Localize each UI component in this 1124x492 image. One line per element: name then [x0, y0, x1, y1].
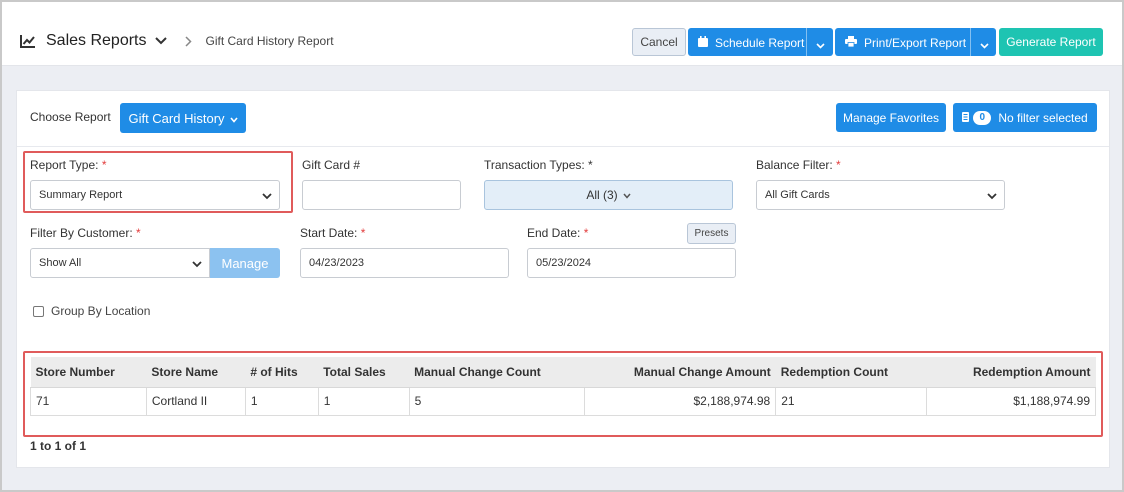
filter-count-badge: 0 — [973, 110, 992, 125]
print-export-label: Print/Export Report — [864, 36, 967, 50]
group-by-location-checkbox[interactable] — [33, 305, 44, 317]
title-area: Sales Reports Gift Card History Report — [20, 32, 334, 50]
filter-summary-label: No filter selected — [998, 110, 1088, 125]
report-select-button[interactable]: Gift Card History — [120, 103, 246, 133]
transaction-types-value: All (3) — [586, 188, 618, 202]
calendar-icon — [698, 36, 708, 50]
chevron-down-icon — [229, 111, 238, 126]
generate-report-button[interactable]: Generate Report — [999, 28, 1103, 56]
chevron-down-icon[interactable] — [980, 38, 989, 52]
group-by-location-label: Group By Location — [51, 304, 151, 318]
manage-customers-button[interactable]: Manage — [210, 248, 280, 278]
manage-favorites-button[interactable]: Manage Favorites — [836, 103, 946, 132]
balance-filter-label: Balance Filter: * — [756, 158, 841, 172]
transaction-types-select[interactable]: All (3) — [484, 180, 733, 210]
customer-filter-value: Show All — [39, 257, 82, 269]
balance-filter-select[interactable]: All Gift Cards — [756, 180, 1005, 210]
table-highlight — [23, 351, 1103, 437]
cancel-button[interactable]: Cancel — [632, 28, 686, 56]
date-presets-button[interactable]: Presets — [687, 223, 736, 244]
report-select-label: Gift Card History — [128, 110, 225, 126]
filter-summary-button[interactable]: 0 No filter selected — [953, 103, 1097, 132]
report-card: Choose Report Gift Card History Manage F… — [16, 90, 1110, 468]
chevron-right-icon — [184, 35, 192, 47]
start-date-label: Start Date: * — [300, 226, 366, 240]
filter-icon — [962, 111, 970, 125]
gift-card-input[interactable] — [302, 180, 461, 210]
breadcrumb: Gift Card History Report — [205, 34, 334, 48]
gift-card-label: Gift Card # — [302, 158, 361, 172]
report-toolbar: Choose Report Gift Card History Manage F… — [17, 91, 1109, 147]
chevron-down-icon[interactable] — [816, 38, 825, 52]
line-chart-icon — [20, 34, 36, 48]
print-export-button[interactable]: Print/Export Report — [835, 28, 996, 56]
top-bar: Sales Reports Gift Card History Report C… — [2, 2, 1122, 66]
pagination-label: 1 to 1 of 1 — [30, 439, 87, 453]
customer-filter-label: Filter By Customer: * — [30, 226, 141, 240]
balance-filter-value: All Gift Cards — [765, 189, 830, 201]
schedule-report-label: Schedule Report — [715, 36, 805, 50]
end-date-input[interactable]: 05/23/2024 — [527, 248, 736, 278]
customer-filter-select[interactable]: Show All — [30, 248, 210, 278]
end-date-label: End Date: * — [527, 226, 589, 240]
choose-report-label: Choose Report — [30, 110, 111, 124]
chevron-down-icon[interactable] — [154, 37, 167, 45]
report-type-highlight — [23, 151, 293, 213]
printer-icon — [845, 36, 857, 50]
transaction-types-label: Transaction Types: * — [484, 158, 593, 172]
chevron-down-icon — [192, 259, 202, 271]
split-divider — [970, 28, 971, 56]
group-by-location-option[interactable]: Group By Location — [33, 304, 150, 318]
start-date-input[interactable]: 04/23/2023 — [300, 248, 509, 278]
split-divider — [806, 28, 807, 56]
page-title: Sales Reports — [46, 32, 147, 49]
chevron-down-icon — [987, 191, 997, 203]
chevron-down-icon — [623, 188, 631, 202]
app-frame: Sales Reports Gift Card History Report C… — [0, 0, 1124, 492]
schedule-report-button[interactable]: Schedule Report — [688, 28, 833, 56]
